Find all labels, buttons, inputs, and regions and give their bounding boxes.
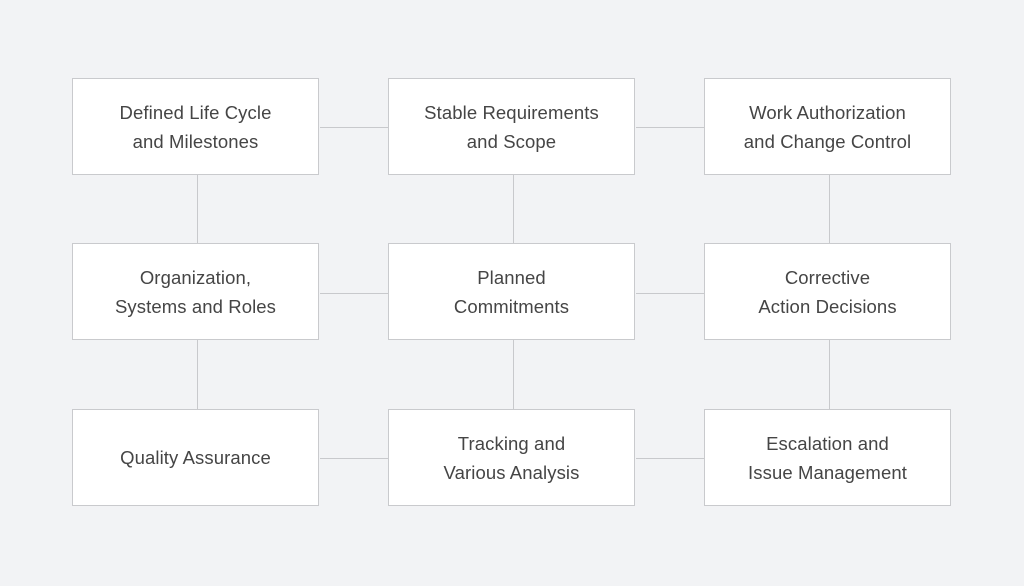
node-label: Stable Requirements and Scope bbox=[424, 101, 599, 152]
node-label: Escalation and Issue Management bbox=[748, 432, 907, 483]
node-tracking-analysis: Tracking and Various Analysis bbox=[388, 409, 635, 506]
node-label: Planned Commitments bbox=[453, 266, 570, 317]
edge-n4-n5 bbox=[320, 293, 388, 294]
node-quality-assurance: Quality Assurance bbox=[72, 409, 319, 506]
edge-n1-n4 bbox=[197, 175, 198, 243]
node-label: Organization, Systems and Roles bbox=[114, 266, 277, 317]
edge-n4-n7 bbox=[197, 340, 198, 409]
node-label: Work Authorization and Change Control bbox=[743, 101, 912, 152]
node-stable-requirements: Stable Requirements and Scope bbox=[388, 78, 635, 175]
node-organization-systems-roles: Organization, Systems and Roles bbox=[72, 243, 319, 340]
edge-n7-n8 bbox=[320, 458, 388, 459]
node-defined-life-cycle: Defined Life Cycle and Milestones bbox=[72, 78, 319, 175]
edge-n1-n2 bbox=[320, 127, 388, 128]
edge-n8-n9 bbox=[636, 458, 704, 459]
edge-n5-n6 bbox=[636, 293, 704, 294]
node-label: Quality Assurance bbox=[120, 447, 271, 468]
edge-n5-n8 bbox=[513, 340, 514, 409]
edge-n3-n6 bbox=[829, 175, 830, 243]
node-corrective-action: Corrective Action Decisions bbox=[704, 243, 951, 340]
node-label: Tracking and Various Analysis bbox=[443, 432, 580, 483]
edge-n2-n3 bbox=[636, 127, 704, 128]
node-escalation-issue-management: Escalation and Issue Management bbox=[704, 409, 951, 506]
node-planned-commitments: Planned Commitments bbox=[388, 243, 635, 340]
node-label: Defined Life Cycle and Milestones bbox=[119, 101, 272, 152]
edge-n2-n5 bbox=[513, 175, 514, 243]
edge-n6-n9 bbox=[829, 340, 830, 409]
node-label: Corrective Action Decisions bbox=[758, 266, 897, 317]
node-work-authorization: Work Authorization and Change Control bbox=[704, 78, 951, 175]
